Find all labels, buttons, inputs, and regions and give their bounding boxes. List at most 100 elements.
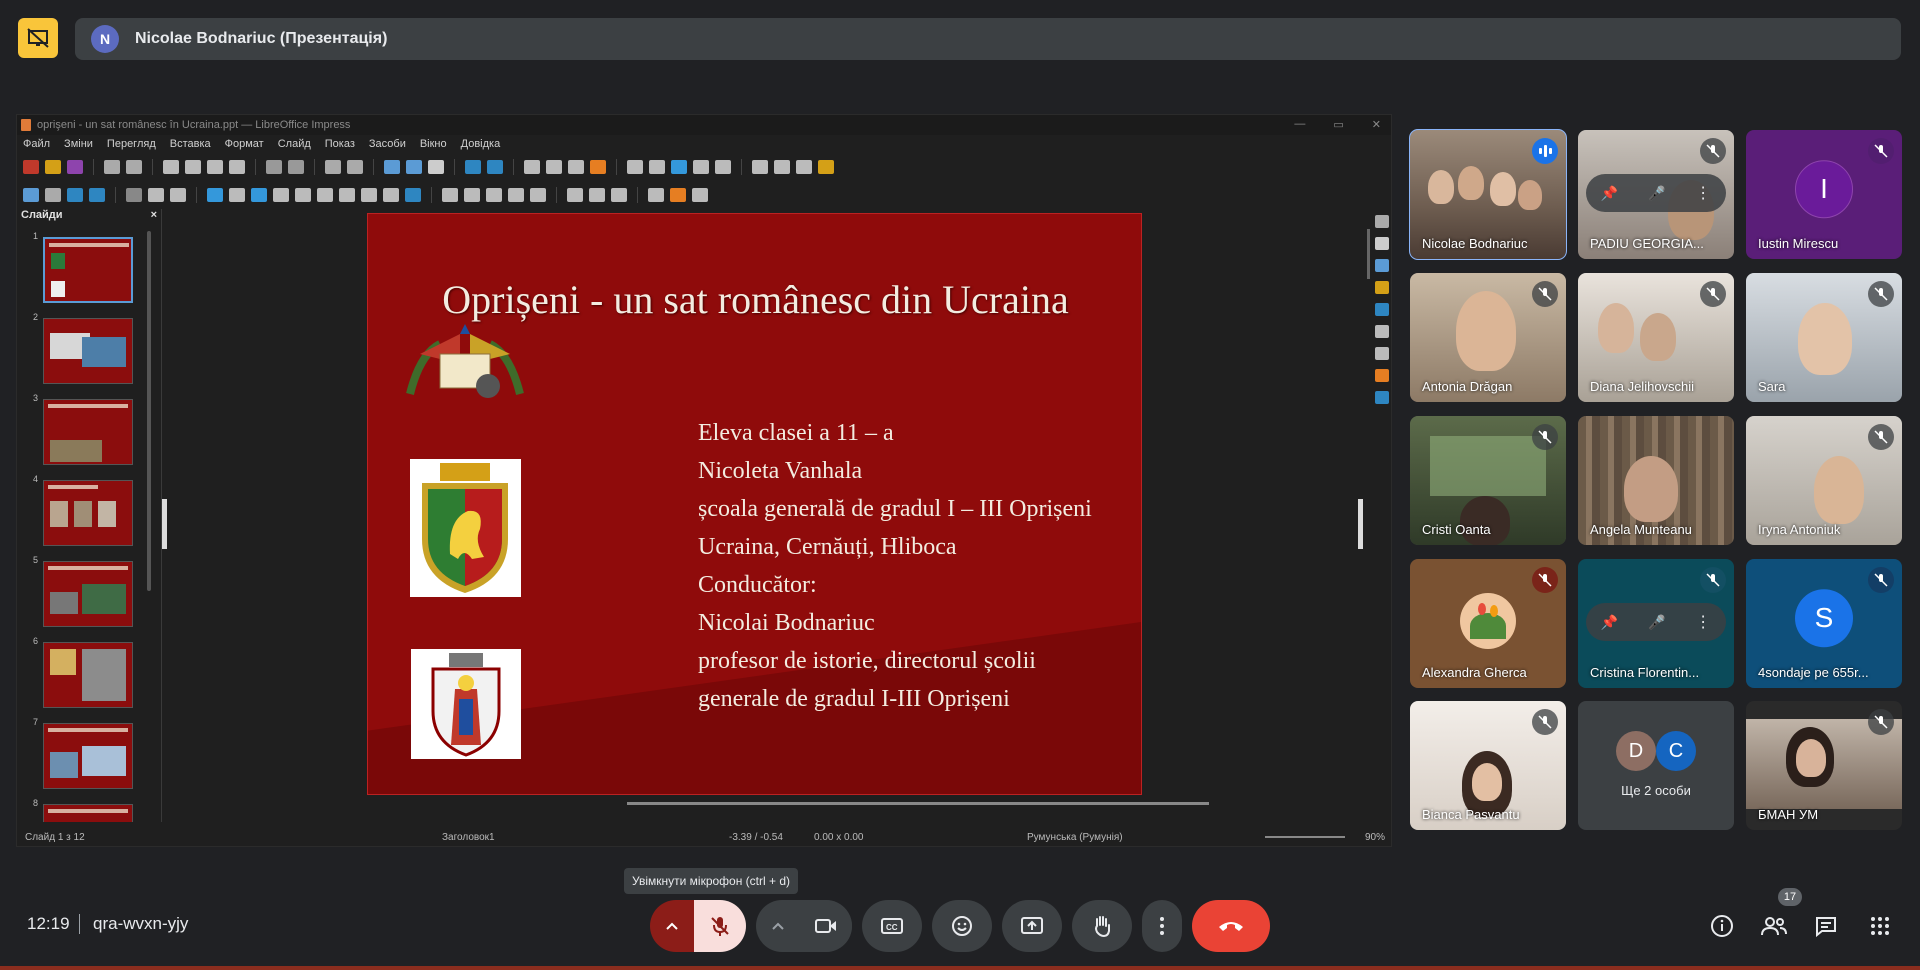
slide-transition-icon[interactable] bbox=[1375, 347, 1389, 360]
cut-icon[interactable] bbox=[163, 160, 179, 174]
pane-collapse-handle-left[interactable] bbox=[162, 499, 167, 549]
gallery-icon[interactable] bbox=[1375, 281, 1389, 294]
raise-hand-button[interactable] bbox=[1072, 900, 1132, 952]
pane-collapse-handle-right[interactable] bbox=[1358, 499, 1363, 549]
mic-options-button[interactable] bbox=[650, 900, 694, 952]
camera-options-button[interactable] bbox=[756, 900, 800, 952]
slide-thumbnail[interactable]: 6 bbox=[17, 636, 147, 708]
leave-call-button[interactable] bbox=[1192, 900, 1270, 952]
shapes-icon[interactable] bbox=[1375, 325, 1389, 338]
distribute-icon[interactable] bbox=[530, 188, 546, 202]
mute-participant-icon[interactable]: 🎤 bbox=[1648, 185, 1665, 202]
special-char-icon[interactable] bbox=[649, 160, 665, 174]
participant-tile[interactable]: Cristi Oanta bbox=[1410, 416, 1566, 545]
slide-edit-area[interactable]: Oprișeni - un sat românesc din Ucraina E… bbox=[162, 209, 1370, 822]
styles-icon[interactable] bbox=[1375, 259, 1389, 272]
participant-tile[interactable]: БМАН УМ bbox=[1746, 701, 1902, 830]
menu-slide[interactable]: Слайд bbox=[278, 138, 311, 150]
maximize-icon[interactable]: ▭ bbox=[1333, 118, 1343, 131]
display-views-icon[interactable] bbox=[428, 160, 444, 174]
select-icon[interactable] bbox=[23, 188, 39, 202]
participant-tile[interactable]: 📌 🎤 ⋮ PADIU GEORGIA... bbox=[1578, 130, 1734, 259]
callouts-icon[interactable] bbox=[361, 188, 377, 202]
captions-button[interactable]: CC bbox=[862, 900, 922, 952]
present-now-button[interactable] bbox=[1002, 900, 1062, 952]
menu-file[interactable]: Файл bbox=[23, 138, 50, 150]
slide-thumbnail[interactable]: 2 bbox=[17, 312, 147, 384]
points-icon[interactable] bbox=[648, 188, 664, 202]
properties-icon[interactable] bbox=[1375, 237, 1389, 250]
participant-tile[interactable]: Sara bbox=[1746, 273, 1902, 402]
slide-thumbnail[interactable]: 7 bbox=[17, 717, 147, 789]
participant-tile[interactable]: 📌 🎤 ⋮ Cristina Florentin... bbox=[1578, 559, 1734, 688]
participant-tile[interactable]: Bianca Pasvantu bbox=[1410, 701, 1566, 830]
slides-pane-scrollbar[interactable] bbox=[147, 231, 151, 591]
vertical-scrollbar[interactable] bbox=[1367, 229, 1370, 279]
menu-edit[interactable]: Зміни bbox=[64, 138, 93, 150]
copy-icon[interactable] bbox=[185, 160, 201, 174]
slideshow-current-icon[interactable] bbox=[487, 160, 503, 174]
pin-icon[interactable]: 📌 bbox=[1601, 185, 1618, 202]
camera-toggle-button[interactable] bbox=[800, 900, 852, 952]
more-options-button[interactable] bbox=[1142, 900, 1182, 952]
chart-icon[interactable] bbox=[590, 160, 606, 174]
image-icon[interactable] bbox=[546, 160, 562, 174]
people-button[interactable] bbox=[1758, 910, 1790, 942]
flowchart-icon[interactable] bbox=[339, 188, 355, 202]
spelling-icon[interactable] bbox=[347, 160, 363, 174]
save-icon[interactable] bbox=[67, 160, 83, 174]
block-arrows-icon[interactable] bbox=[317, 188, 333, 202]
arrow-icon[interactable] bbox=[207, 188, 223, 202]
animation-icon[interactable] bbox=[1375, 369, 1389, 382]
print-icon[interactable] bbox=[126, 160, 142, 174]
minimize-icon[interactable]: — bbox=[1294, 118, 1305, 131]
close-icon[interactable]: ✕ bbox=[1372, 118, 1381, 131]
find-icon[interactable] bbox=[325, 160, 341, 174]
chat-button[interactable] bbox=[1810, 910, 1842, 942]
arrange-icon[interactable] bbox=[508, 188, 524, 202]
participant-tile[interactable]: S 4sondaje pe 655r... bbox=[1746, 559, 1902, 688]
participant-tile[interactable]: Nicolae Bodnariuc bbox=[1409, 129, 1567, 260]
clone-format-icon[interactable] bbox=[229, 160, 245, 174]
pin-icon[interactable]: 📌 bbox=[1601, 614, 1618, 631]
3d-objects-icon[interactable] bbox=[405, 188, 421, 202]
slide-thumbnail[interactable]: 1 bbox=[17, 231, 147, 303]
participant-tile[interactable]: Antonia Drăgan bbox=[1410, 273, 1566, 402]
slide-layout-icon[interactable] bbox=[818, 160, 834, 174]
meeting-details-button[interactable] bbox=[1706, 910, 1738, 942]
redo-icon[interactable] bbox=[288, 160, 304, 174]
slide-thumbnail[interactable]: 3 bbox=[17, 393, 147, 465]
master-slides-icon[interactable] bbox=[1375, 391, 1389, 404]
status-zoom[interactable]: 90% bbox=[1365, 832, 1385, 843]
glue-points-icon[interactable] bbox=[670, 188, 686, 202]
zoom-icon[interactable] bbox=[45, 188, 61, 202]
slide-thumbnail[interactable]: 8 bbox=[17, 798, 147, 822]
mute-participant-icon[interactable]: 🎤 bbox=[1648, 614, 1665, 631]
activities-button[interactable] bbox=[1864, 910, 1896, 942]
ellipse-icon[interactable] bbox=[170, 188, 186, 202]
duplicate-slide-icon[interactable] bbox=[774, 160, 790, 174]
line-icon[interactable] bbox=[126, 188, 142, 202]
close-pane-icon[interactable]: × bbox=[151, 209, 157, 227]
participant-tile[interactable]: I Iustin Mirescu bbox=[1746, 130, 1902, 259]
slide-thumbnail[interactable]: 5 bbox=[17, 555, 147, 627]
toggle-extrusion-icon[interactable] bbox=[692, 188, 708, 202]
slide-thumbnail[interactable]: 4 bbox=[17, 474, 147, 546]
presentation-icon[interactable] bbox=[18, 18, 58, 58]
crop-icon[interactable] bbox=[589, 188, 605, 202]
sidebar-menu-icon[interactable] bbox=[1375, 215, 1389, 228]
menu-window[interactable]: Вікно bbox=[420, 138, 447, 150]
menu-tools[interactable]: Засоби bbox=[369, 138, 406, 150]
new-icon[interactable] bbox=[23, 160, 39, 174]
fontwork-icon[interactable] bbox=[671, 160, 687, 174]
menu-view[interactable]: Перегляд bbox=[107, 138, 156, 150]
master-slide-icon[interactable] bbox=[752, 160, 768, 174]
zoom-slider[interactable] bbox=[1265, 836, 1345, 838]
navigator-icon[interactable] bbox=[1375, 303, 1389, 316]
rectangle-icon[interactable] bbox=[148, 188, 164, 202]
export-pdf-icon[interactable] bbox=[104, 160, 120, 174]
slideshow-icon[interactable] bbox=[465, 160, 481, 174]
flip-icon[interactable] bbox=[464, 188, 480, 202]
menu-insert[interactable]: Вставка bbox=[170, 138, 211, 150]
paste-icon[interactable] bbox=[207, 160, 223, 174]
